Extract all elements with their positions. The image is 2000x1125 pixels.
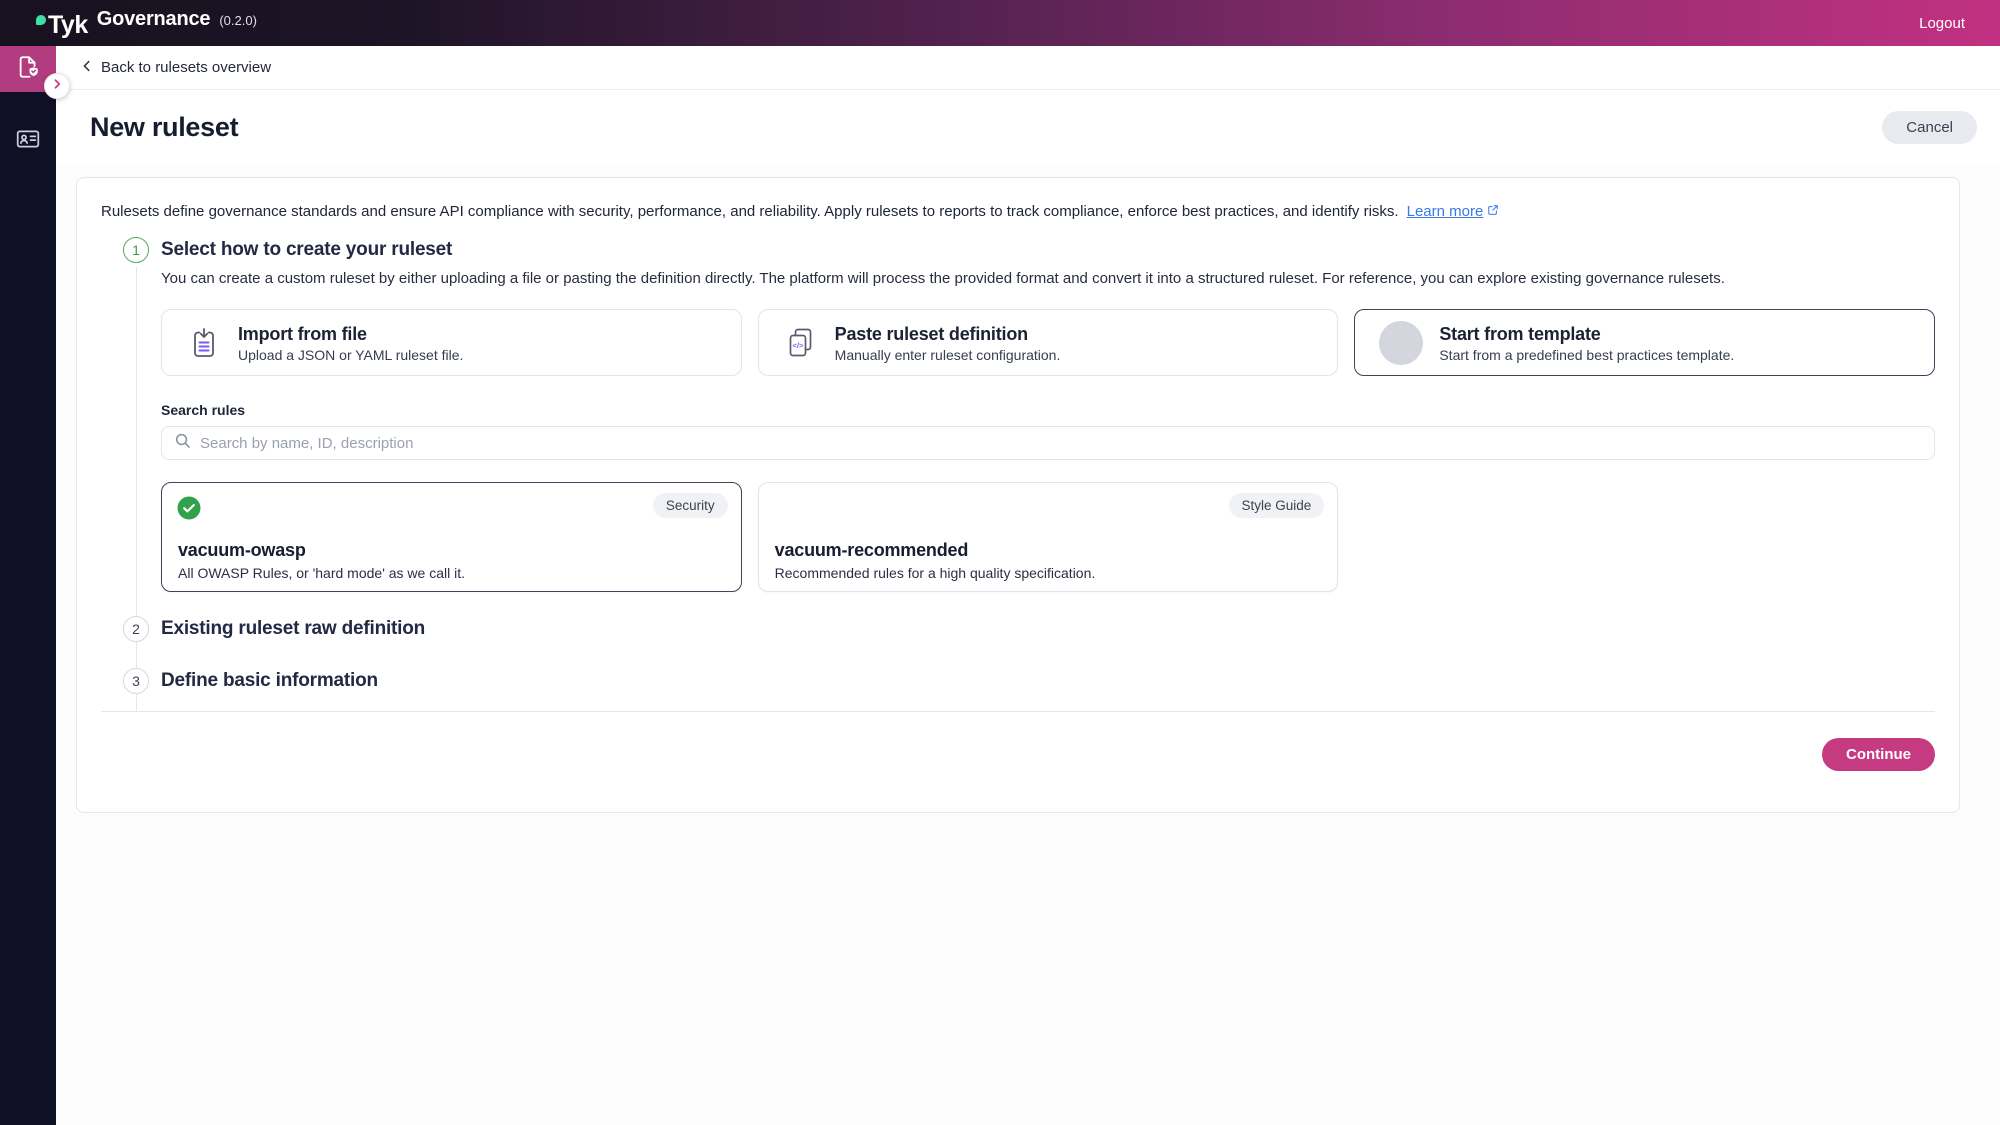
learn-more-link[interactable]: Learn more bbox=[1407, 202, 1500, 222]
page-header: New ruleset Cancel bbox=[56, 90, 2000, 164]
tyk-leaf-icon: Tyk bbox=[36, 13, 88, 38]
template-description: Recommended rules for a high quality spe… bbox=[775, 565, 1322, 581]
option-description: Manually enter ruleset configuration. bbox=[835, 347, 1061, 363]
id-card-icon bbox=[15, 126, 41, 157]
template-placeholder-icon bbox=[1379, 321, 1423, 365]
search-icon bbox=[174, 432, 191, 454]
new-ruleset-card: Rulesets define governance standards and… bbox=[76, 177, 1960, 813]
sidebar bbox=[0, 46, 56, 1125]
app-logo: Tyk Governance (0.2.0) bbox=[36, 8, 257, 38]
main-area: Back to rulesets overview New ruleset Ca… bbox=[56, 46, 2000, 813]
sidebar-item-contacts[interactable] bbox=[0, 118, 56, 164]
intro-text: Rulesets define governance standards and… bbox=[101, 202, 1399, 222]
stepper: 1 Select how to create your ruleset You … bbox=[123, 237, 1935, 711]
option-description: Start from a predefined best practices t… bbox=[1439, 347, 1734, 363]
cancel-button[interactable]: Cancel bbox=[1882, 111, 1977, 144]
step-1-description: You can create a custom ruleset by eithe… bbox=[161, 269, 1935, 289]
template-category-badge: Security bbox=[653, 493, 728, 518]
card-footer: Continue bbox=[101, 738, 1935, 771]
step-1-number: 1 bbox=[123, 237, 149, 263]
template-category-badge: Style Guide bbox=[1229, 493, 1325, 518]
option-title: Paste ruleset definition bbox=[835, 323, 1061, 345]
template-description: All OWASP Rules, or 'hard mode' as we ca… bbox=[178, 565, 725, 581]
template-row: Security vacuum-owasp All OWASP Rules, o… bbox=[161, 482, 1935, 592]
sidebar-expand-button[interactable] bbox=[44, 73, 70, 99]
continue-button[interactable]: Continue bbox=[1822, 738, 1935, 771]
svg-text:</>: </> bbox=[792, 341, 803, 350]
top-bar: Tyk Governance (0.2.0) Logout bbox=[0, 0, 2000, 46]
option-title: Import from file bbox=[238, 323, 463, 345]
chevron-right-icon bbox=[51, 77, 63, 95]
card-footer-divider bbox=[101, 711, 1935, 712]
step-2: 2 Existing ruleset raw definition bbox=[123, 616, 1935, 642]
logo-brand-text: Tyk bbox=[48, 13, 88, 38]
option-description: Upload a JSON or YAML ruleset file. bbox=[238, 347, 463, 363]
search-rules-label: Search rules bbox=[161, 402, 1935, 418]
option-card-paste-definition[interactable]: </> Paste ruleset definition Manually en… bbox=[758, 309, 1339, 376]
template-card-vacuum-recommended[interactable]: Style Guide vacuum-recommended Recommend… bbox=[758, 482, 1339, 592]
create-option-row: Import from file Upload a JSON or YAML r… bbox=[161, 309, 1935, 376]
option-card-start-from-template[interactable]: Start from template Start from a predefi… bbox=[1354, 309, 1935, 376]
template-card-vacuum-owasp[interactable]: Security vacuum-owasp All OWASP Rules, o… bbox=[161, 482, 742, 592]
paste-code-icon: </> bbox=[783, 325, 819, 361]
logo-product-text: Governance bbox=[97, 8, 211, 31]
back-navigation-bar: Back to rulesets overview bbox=[56, 46, 2000, 90]
chevron-left-icon bbox=[80, 59, 94, 77]
external-link-icon bbox=[1487, 202, 1499, 222]
step-2-title: Existing ruleset raw definition bbox=[161, 616, 1935, 642]
option-title: Start from template bbox=[1439, 323, 1734, 345]
step-2-number: 2 bbox=[123, 616, 149, 642]
option-card-import-from-file[interactable]: Import from file Upload a JSON or YAML r… bbox=[161, 309, 742, 376]
intro-row: Rulesets define governance standards and… bbox=[101, 202, 1935, 222]
learn-more-label: Learn more bbox=[1407, 202, 1484, 222]
step-3-number: 3 bbox=[123, 668, 149, 694]
check-circle-icon bbox=[176, 495, 202, 526]
step-3-title: Define basic information bbox=[161, 668, 1935, 694]
step-1-title: Select how to create your ruleset bbox=[161, 237, 1935, 263]
ruleset-shield-document-icon bbox=[15, 54, 41, 85]
template-name: vacuum-owasp bbox=[178, 483, 725, 561]
search-box bbox=[161, 426, 1935, 460]
import-file-icon bbox=[186, 325, 222, 361]
step-3: 3 Define basic information bbox=[123, 668, 1935, 694]
logout-button[interactable]: Logout bbox=[1919, 15, 1965, 32]
back-to-rulesets-link[interactable]: Back to rulesets overview bbox=[80, 59, 271, 77]
search-rules-input[interactable] bbox=[200, 435, 1922, 452]
app-version: (0.2.0) bbox=[219, 13, 257, 28]
step-1: 1 Select how to create your ruleset You … bbox=[123, 237, 1935, 592]
back-link-label: Back to rulesets overview bbox=[101, 59, 271, 76]
page-title: New ruleset bbox=[90, 112, 238, 143]
